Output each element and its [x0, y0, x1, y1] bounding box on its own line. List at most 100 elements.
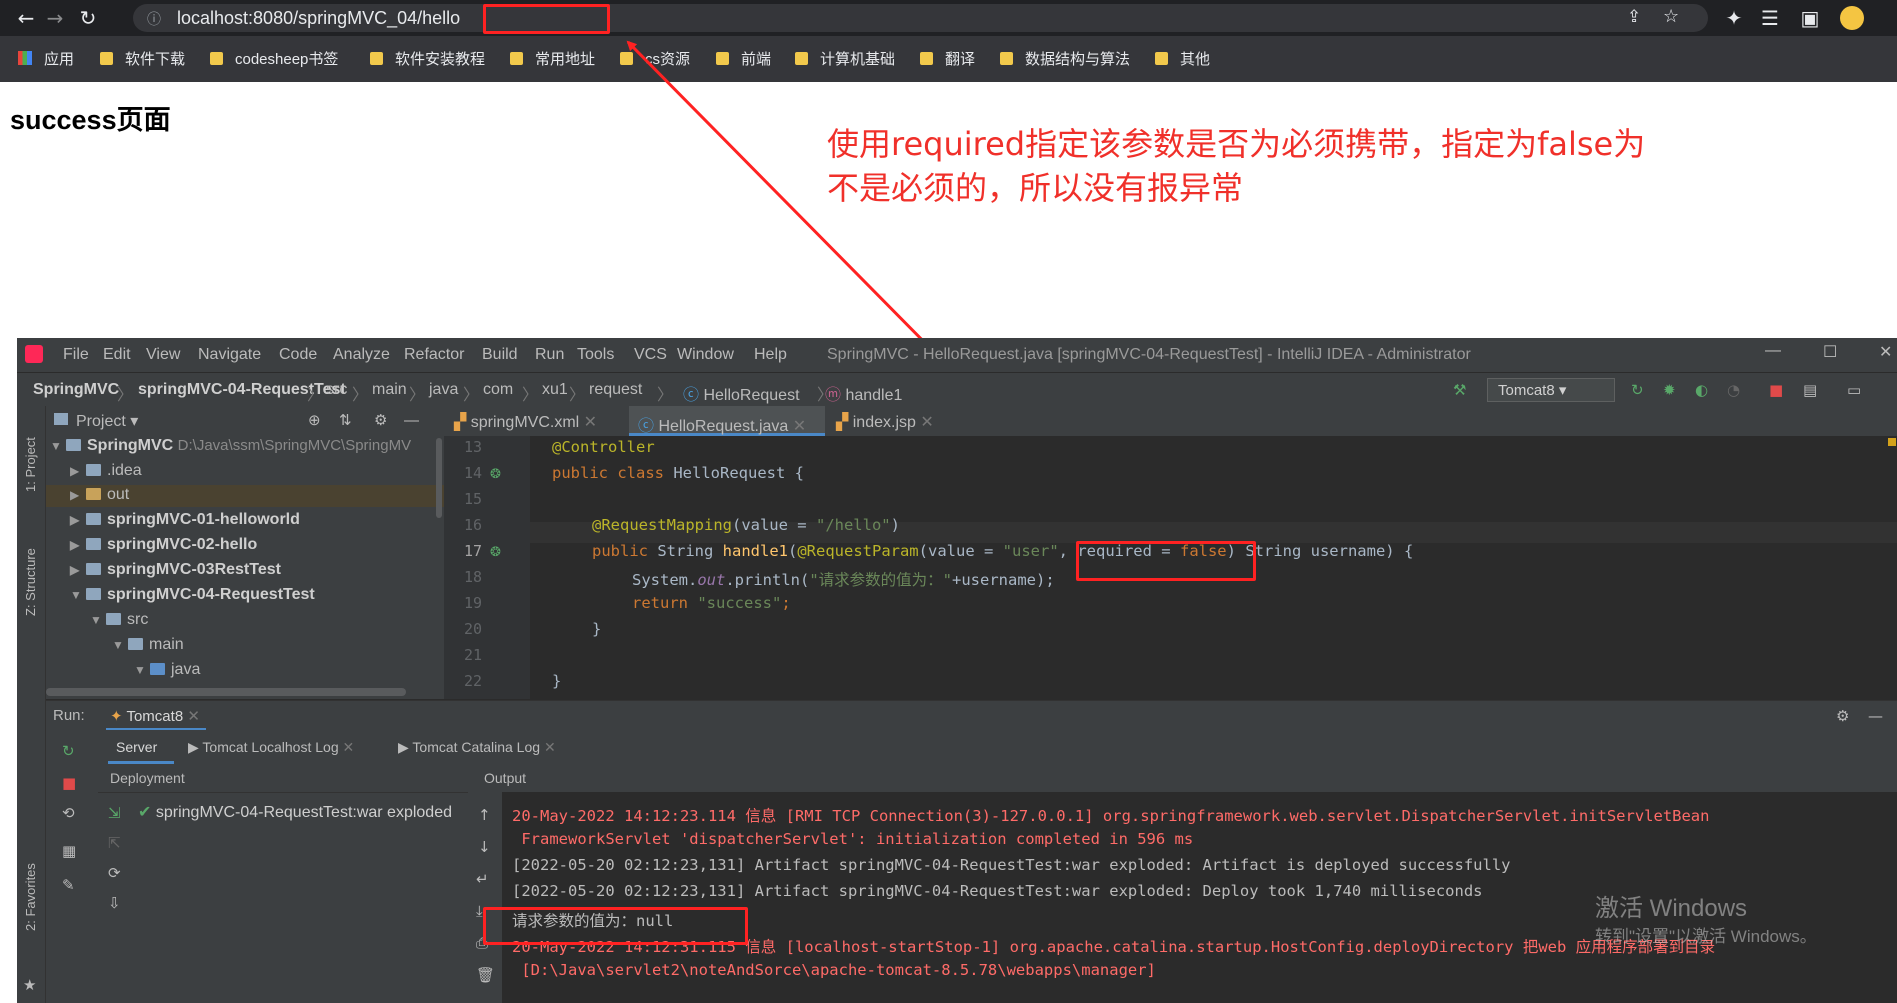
- tool-tab-project[interactable]: 1: Project: [23, 437, 38, 492]
- tomcat-icon: ✦: [110, 708, 127, 725]
- menu-refactor[interactable]: Refactor: [404, 346, 464, 364]
- menu-window[interactable]: Window: [677, 346, 734, 364]
- line-number: 15: [463, 490, 482, 508]
- spring-mapping-icon[interactable]: ❂: [490, 544, 501, 562]
- close-icon[interactable]: ✕: [1879, 342, 1892, 362]
- clear-all-icon[interactable]: 🗑: [476, 966, 495, 984]
- update-icon[interactable]: ⟲: [62, 804, 75, 822]
- menu-tools[interactable]: Tools: [577, 346, 614, 364]
- menu-help[interactable]: Help: [754, 346, 787, 364]
- project-structure-icon[interactable]: ▤: [1803, 381, 1817, 399]
- breadcrumb-item[interactable]: xu1: [542, 381, 568, 399]
- menu-file[interactable]: File: [63, 346, 89, 364]
- code-token: public: [592, 542, 658, 560]
- line-number: 13: [463, 438, 482, 456]
- rerun-icon[interactable]: ↻: [62, 742, 75, 760]
- spring-bean-icon[interactable]: ❂: [490, 466, 501, 484]
- debug-icon[interactable]: ✹: [1663, 381, 1676, 399]
- close-tab-icon[interactable]: ✕: [920, 414, 933, 431]
- breadcrumb-item[interactable]: src: [326, 381, 347, 399]
- coverage-icon[interactable]: ◐: [1695, 381, 1708, 399]
- undeploy-icon[interactable]: ⇱: [108, 834, 121, 852]
- settings-gear-icon[interactable]: ⚙: [374, 412, 387, 430]
- deployment-item[interactable]: ✔ springMVC-04-RequestTest:war exploded: [138, 802, 452, 822]
- tree-item-main[interactable]: ▼ main: [112, 636, 184, 654]
- pin-icon[interactable]: ✎: [62, 876, 75, 894]
- warning-marker-icon[interactable]: [1888, 438, 1896, 446]
- hide-panel-icon[interactable]: —: [404, 412, 419, 430]
- settings-gear-icon[interactable]: ⚙: [1836, 707, 1849, 725]
- scroll-up-icon[interactable]: ↑: [478, 806, 491, 824]
- breadcrumb-item[interactable]: ⓜ handle1: [825, 381, 902, 405]
- maximize-icon[interactable]: ☐: [1823, 342, 1837, 362]
- tree-item-out[interactable]: ▶ out: [70, 486, 129, 504]
- tab-catalina-log[interactable]: ▶ Tomcat Catalina Log ✕: [398, 739, 556, 756]
- stop-icon[interactable]: ■: [1769, 381, 1783, 399]
- output-line: [D:\Java\servlet2\noteAndSorce\apache-to…: [512, 961, 1156, 979]
- menu-analyze[interactable]: Analyze: [333, 346, 390, 364]
- close-tab-icon[interactable]: ✕: [584, 414, 597, 431]
- breadcrumb[interactable]: SpringMVC: [33, 381, 119, 399]
- tree-item-root[interactable]: ▼ SpringMVC D:\Java\ssm\SpringMVC\SpringM…: [50, 437, 411, 455]
- close-tab-icon[interactable]: ✕: [544, 739, 556, 755]
- horizontal-scrollbar[interactable]: [46, 688, 406, 696]
- close-tab-icon[interactable]: ✕: [343, 739, 355, 755]
- minimize-icon[interactable]: —: [1765, 342, 1781, 360]
- tab-hellorequest-java[interactable]: ⓒ HelloRequest.java ✕: [638, 412, 806, 436]
- tree-item-src[interactable]: ▼ src: [90, 611, 148, 629]
- tree-item-java[interactable]: ▼ java: [134, 661, 200, 679]
- scroll-to-end-icon[interactable]: ⤓: [476, 902, 483, 920]
- refresh-icon[interactable]: ⟳: [108, 864, 121, 882]
- run-config-select[interactable]: Tomcat8 ▾: [1487, 378, 1615, 402]
- tab-springmvc-xml[interactable]: ▞ springMVC.xml ✕: [454, 412, 597, 432]
- tool-tab-structure[interactable]: Z: Structure: [23, 548, 38, 616]
- rerun-icon[interactable]: ↻: [1631, 381, 1644, 399]
- source-folder-icon: [150, 663, 165, 675]
- code-line: }: [552, 672, 561, 690]
- build-hammer-icon[interactable]: ⚒: [1453, 381, 1466, 399]
- stop-icon[interactable]: ■: [62, 774, 76, 792]
- favorites-star-icon[interactable]: ★: [23, 976, 36, 994]
- tree-label: springMVC-04-RequestTest: [107, 586, 315, 603]
- tree-item-module[interactable]: ▼ springMVC-04-RequestTest: [70, 586, 315, 604]
- menu-code[interactable]: Code: [279, 346, 317, 364]
- deploy-icon[interactable]: ⇲: [108, 804, 121, 822]
- menu-navigate[interactable]: Navigate: [198, 346, 261, 364]
- tab-localhost-log[interactable]: ▶ Tomcat Localhost Log ✕: [188, 739, 354, 756]
- tree-label: out: [107, 486, 130, 503]
- breadcrumb-separator: 〉: [117, 387, 134, 404]
- code-token: }: [592, 620, 602, 638]
- menu-build[interactable]: Build: [482, 346, 518, 364]
- menu-edit[interactable]: Edit: [103, 346, 131, 364]
- breadcrumb-item[interactable]: SpringMVC: [33, 381, 119, 398]
- breadcrumb-item[interactable]: request: [589, 381, 642, 399]
- close-tab-icon[interactable]: ✕: [187, 708, 200, 725]
- menu-vcs[interactable]: VCS: [634, 346, 667, 364]
- breadcrumb-item[interactable]: java: [429, 381, 458, 399]
- project-view-select[interactable]: Project ▾: [76, 411, 138, 431]
- menu-run[interactable]: Run: [535, 346, 564, 364]
- locate-icon[interactable]: ⊕: [308, 412, 321, 430]
- menu-view[interactable]: View: [146, 346, 180, 364]
- tab-index-jsp[interactable]: ▞ index.jsp ✕: [836, 412, 934, 432]
- export-icon[interactable]: ⇩: [108, 894, 121, 912]
- tree-item-module[interactable]: ▶ springMVC-03RestTest: [70, 561, 281, 579]
- terminal-icon[interactable]: ▭: [1847, 381, 1861, 399]
- breadcrumb-item[interactable]: com: [483, 381, 513, 399]
- run-tab-tomcat[interactable]: ✦ Tomcat8 ✕: [110, 707, 200, 725]
- close-tab-icon[interactable]: ✕: [793, 418, 806, 435]
- tab-server[interactable]: Server: [116, 739, 157, 755]
- tree-item-module[interactable]: ▶ springMVC-01-helloworld: [70, 511, 300, 529]
- hide-panel-icon[interactable]: —: [1868, 707, 1883, 725]
- breadcrumb-item[interactable]: ⓒ HelloRequest: [683, 381, 800, 405]
- vertical-scrollbar[interactable]: [436, 438, 442, 518]
- tool-tab-favorites[interactable]: 2: Favorites: [23, 863, 38, 931]
- layout-icon[interactable]: ▦: [62, 842, 76, 860]
- collapse-all-icon[interactable]: ⇅: [339, 412, 352, 430]
- tree-item-module[interactable]: ▶ springMVC-02-hello: [70, 536, 257, 554]
- breadcrumb-item[interactable]: main: [372, 381, 407, 399]
- scroll-down-icon[interactable]: ↓: [478, 838, 491, 856]
- soft-wrap-icon[interactable]: ↵: [476, 870, 489, 888]
- tree-item-idea[interactable]: ▶ .idea: [70, 462, 142, 480]
- profile-icon[interactable]: ◔: [1727, 381, 1740, 399]
